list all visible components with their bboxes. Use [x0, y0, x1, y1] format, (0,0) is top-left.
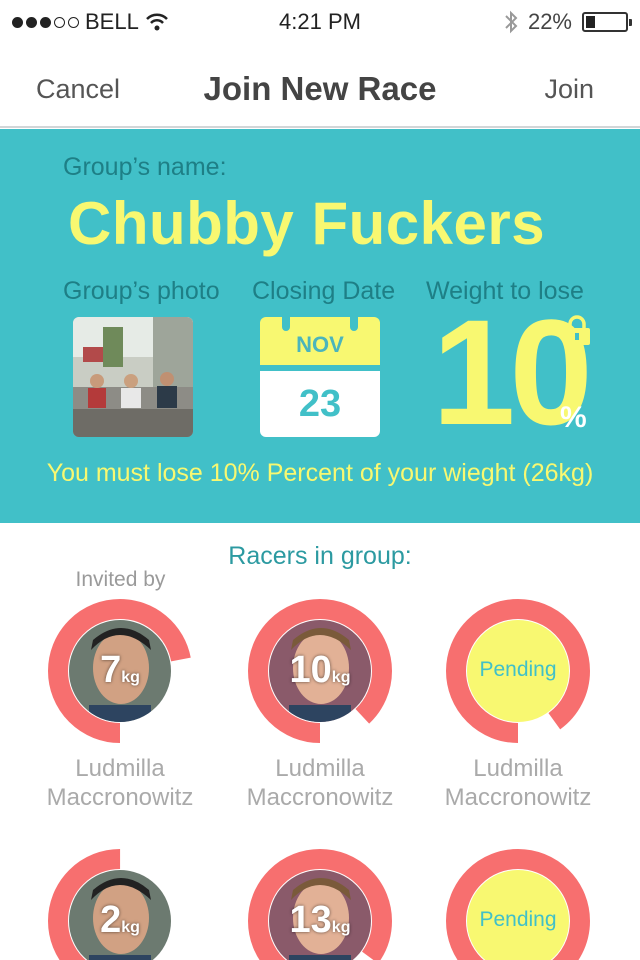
pending-label: Pending — [479, 908, 557, 931]
racer-weight-lost: 10kg — [247, 649, 393, 692]
racer-progress-ring: 7kg — [47, 598, 193, 744]
group-photo[interactable] — [73, 317, 193, 437]
weight-lost-unit: kg — [331, 919, 351, 936]
closing-day: 23 — [260, 371, 380, 437]
racer-weight-lost: 2kg — [47, 899, 193, 942]
racers-title: Racers in group: — [228, 542, 412, 570]
racer-name: Ludmilla Maccronowitz — [444, 755, 592, 811]
racer-progress-ring: 10kg — [247, 598, 393, 744]
lock-icon — [564, 315, 590, 345]
weight-lost-value: 7 — [100, 649, 122, 691]
group-name-label: Group’s name: — [63, 153, 227, 181]
closing-month: NOV — [260, 317, 380, 365]
invited-by-label: Invited by — [75, 568, 166, 591]
group-photo-image — [73, 317, 193, 437]
racer-progress-ring: 2kg — [47, 848, 193, 960]
racer-weight-lost: 13kg — [247, 899, 393, 942]
weight-lost-unit: kg — [121, 669, 140, 686]
group-name: Chubby Fuckers — [68, 190, 546, 257]
battery-level — [586, 16, 595, 28]
weight-lost-value: 2 — [100, 899, 122, 941]
battery-icon — [582, 12, 632, 32]
racer-progress-ring: Pending — [445, 598, 591, 744]
calendar-ring-right — [350, 313, 358, 331]
weight-lost-value: 13 — [289, 899, 332, 941]
weight-lost-unit: kg — [331, 669, 351, 686]
join-button[interactable]: Join — [544, 74, 594, 105]
racer-name: Ludmilla Maccronowitz — [246, 755, 394, 811]
weight-lost-value: 10 — [289, 649, 332, 691]
status-bar: BELL 4:21 PM 22% — [0, 0, 640, 40]
weight-lost-unit: kg — [121, 919, 140, 936]
racer-progress-ring: 13kg — [247, 848, 393, 960]
closing-date-calendar[interactable]: NOV 23 — [260, 313, 380, 437]
racer-weight-lost: 7kg — [47, 649, 193, 692]
racer-name: Ludmilla Maccronowitz — [46, 755, 194, 811]
racer-progress-ring: Pending — [445, 848, 591, 960]
battery-percentage: 22% — [527, 9, 572, 34]
closing-date-label: Closing Date — [252, 277, 396, 305]
weight-requirement-note: You must lose 10% Percent of your wieght… — [46, 459, 594, 487]
weight-to-lose-unit: % — [560, 401, 587, 434]
bluetooth-icon — [505, 10, 518, 34]
status-right: 22% — [504, 9, 632, 35]
group-photo-label: Group’s photo — [63, 277, 220, 305]
pending-label: Pending — [479, 658, 557, 681]
group-info-panel: Group’s name: Chubby Fuckers Group’s pho… — [0, 129, 640, 523]
calendar-ring-left — [282, 313, 290, 331]
navigation-bar: Cancel Join New Race Join — [0, 40, 640, 128]
